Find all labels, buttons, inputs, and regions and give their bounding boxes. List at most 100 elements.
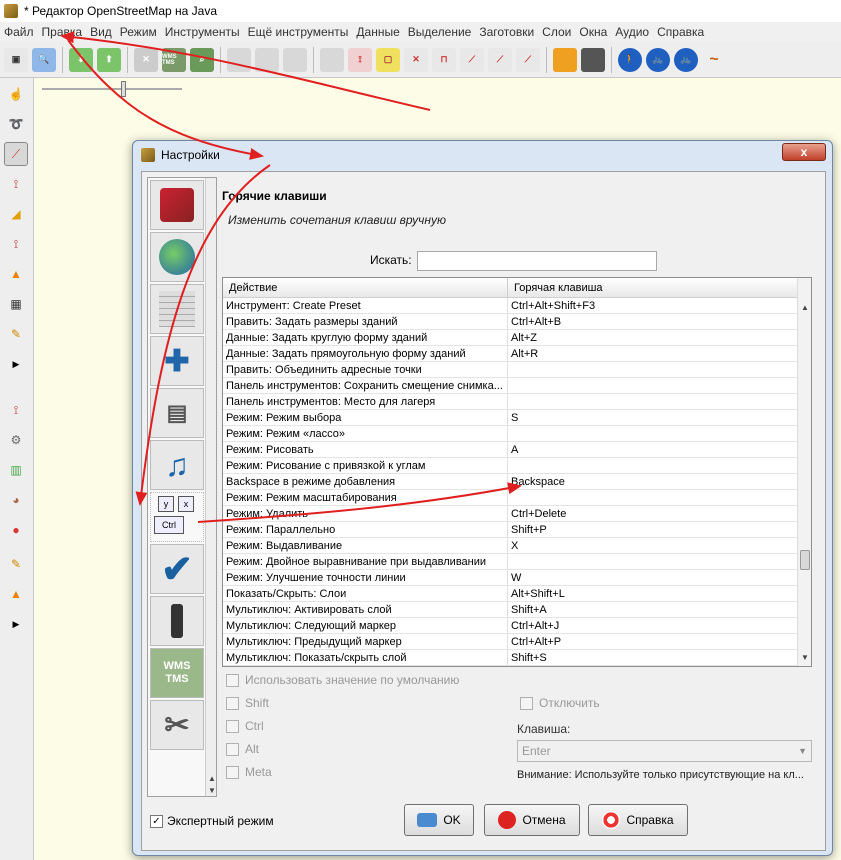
scroll-down-icon[interactable]: ▼ xyxy=(206,784,216,796)
shortcuts-tab-icon[interactable]: y x Ctrl xyxy=(150,492,204,542)
menu-presets[interactable]: Заготовки xyxy=(475,25,538,39)
zoom-icon[interactable]: 🔍 xyxy=(32,47,56,72)
table-row[interactable]: Режим: Удалить Ctrl+Delete xyxy=(223,506,799,522)
ctrl-checkbox[interactable] xyxy=(226,719,239,733)
disable-checkbox[interactable] xyxy=(520,696,533,710)
search-icon[interactable]: ⌕ xyxy=(190,47,214,72)
path-icon[interactable]: ~ xyxy=(702,48,726,72)
layer-icon[interactable] xyxy=(283,47,307,72)
table-row[interactable]: Править: Задать размеры зданий Ctrl+Alt+B xyxy=(223,314,799,330)
meta-option[interactable]: Meta xyxy=(226,765,272,779)
zoom-slider-knob[interactable] xyxy=(121,81,126,97)
table-row[interactable]: Данные: Задать круглую форму зданий Alt+Z xyxy=(223,330,799,346)
column-action[interactable]: Действие xyxy=(223,278,508,298)
table-row[interactable]: Режим: Режим масштабирования xyxy=(223,490,799,506)
help-button[interactable]: Справка xyxy=(588,804,688,836)
rail-icon[interactable] xyxy=(581,47,605,72)
table-row[interactable]: Режим: Улучшение точности линии W xyxy=(223,570,799,586)
use-default-option[interactable]: Использовать значение по умолчанию xyxy=(226,673,459,687)
expand-icon[interactable]: ▶ xyxy=(4,612,28,636)
key-select[interactable]: Enter ▼ xyxy=(517,740,812,762)
search-input[interactable] xyxy=(417,251,657,271)
table-row[interactable]: Показать/Скрыть: Слои Alt+Shift+L xyxy=(223,586,799,602)
settings-icon[interactable]: ⚙ xyxy=(4,428,28,452)
table-row[interactable]: Backspace в режиме добавления Backspace xyxy=(223,474,799,490)
menu-audio[interactable]: Аудио xyxy=(611,25,653,39)
advanced-tab-icon[interactable]: ✂ xyxy=(150,700,204,750)
display-tab-icon[interactable] xyxy=(150,180,204,230)
draw-icon[interactable]: ⟋ xyxy=(4,142,28,166)
menu-layers[interactable]: Слои xyxy=(538,25,575,39)
expert-mode-checkbox[interactable]: ✓ xyxy=(150,814,163,828)
table-row[interactable]: Режим: Рисовать A xyxy=(223,442,799,458)
table-row[interactable]: Режим: Режим выбора S xyxy=(223,410,799,426)
use-default-checkbox[interactable] xyxy=(226,673,239,687)
menu-mode[interactable]: Режим xyxy=(116,25,161,39)
remote-control-tab-icon[interactable] xyxy=(150,596,204,646)
table-row[interactable]: Режим: Рисование с привязкой к углам xyxy=(223,458,799,474)
select-icon[interactable]: ✕ xyxy=(134,47,158,72)
menu-tools[interactable]: Инструменты xyxy=(161,25,244,39)
menu-windows[interactable]: Окна xyxy=(575,25,611,39)
layer-icon[interactable] xyxy=(255,47,279,72)
table-row[interactable]: Панель инструментов: Место для лагеря xyxy=(223,394,799,410)
open-file-icon[interactable]: ▣ xyxy=(4,47,28,72)
scroll-thumb[interactable] xyxy=(800,550,810,570)
reverse-icon[interactable]: ⟋ xyxy=(460,47,484,72)
footpath-icon[interactable]: 🚶 xyxy=(618,47,642,72)
building-icon[interactable]: ▦ xyxy=(4,292,28,316)
pencil-icon[interactable]: ✎ xyxy=(4,322,28,346)
table-row[interactable]: Панель инструментов: Сохранить смещение … xyxy=(223,378,799,394)
palette-icon[interactable]: ◕ xyxy=(4,488,28,512)
extrude-icon[interactable]: ⟟ xyxy=(4,232,28,256)
layer-icon[interactable] xyxy=(227,47,251,72)
wms-icon[interactable]: WMS TMS xyxy=(162,47,186,72)
scroll-up-icon[interactable]: ▲ xyxy=(798,300,811,314)
split-icon[interactable]: ⟟ xyxy=(348,47,372,72)
square-icon[interactable]: ▢ xyxy=(376,47,400,72)
cycleway-icon[interactable]: 🚲 xyxy=(646,47,670,72)
table-row[interactable]: Инструмент: Create Preset Ctrl+Alt+Shift+… xyxy=(223,298,799,314)
remote-tab-icon[interactable]: ▤ xyxy=(150,388,204,438)
menu-edit[interactable]: Правка xyxy=(38,25,87,39)
improve-way-icon[interactable]: ⟟ xyxy=(4,172,28,196)
validator-tab-icon[interactable]: ✔ xyxy=(150,544,204,594)
close-button[interactable]: x xyxy=(782,143,826,161)
combine-icon[interactable]: ✕ xyxy=(404,47,428,72)
plugins-tab-icon[interactable]: ✚ xyxy=(150,336,204,386)
notes-icon[interactable]: ✎ xyxy=(4,552,28,576)
ctrl-option[interactable]: Ctrl xyxy=(226,719,264,733)
shift-checkbox[interactable] xyxy=(226,696,239,710)
table-row[interactable]: Править: Объединить адресные точки xyxy=(223,362,799,378)
alt-option[interactable]: Alt xyxy=(226,742,259,756)
lasso-icon[interactable]: ➰ xyxy=(4,112,28,136)
table-row[interactable]: Режим: Двойное выравнивание при выдавлив… xyxy=(223,554,799,570)
menu-selection[interactable]: Выделение xyxy=(404,25,476,39)
parallel-icon[interactable]: ▲ xyxy=(4,262,28,286)
menu-file[interactable]: Файл xyxy=(0,25,38,39)
download-icon[interactable]: ⬇ xyxy=(69,47,93,72)
marker-icon[interactable]: ● xyxy=(4,518,28,542)
select-icon[interactable]: ☝ xyxy=(4,82,28,106)
alt-checkbox[interactable] xyxy=(226,742,239,756)
distribute-icon[interactable]: ⊓ xyxy=(432,47,456,72)
align-icon[interactable]: ⟋ xyxy=(488,47,512,72)
upload-icon[interactable]: ⬆ xyxy=(97,47,121,72)
table-row[interactable]: Режим: Режим «лассо» xyxy=(223,426,799,442)
shift-option[interactable]: Shift xyxy=(226,696,269,710)
expand-icon[interactable]: ▶ xyxy=(4,352,28,376)
table-row[interactable]: Данные: Задать прямоугольную форму здани… xyxy=(223,346,799,362)
tabs-scrollbar[interactable]: ▲ ▼ xyxy=(205,178,216,796)
ok-button[interactable]: OK xyxy=(404,804,474,836)
table-row[interactable]: Мультиключ: Предыдущий маркер Ctrl+Alt+P xyxy=(223,634,799,650)
disable-option[interactable]: Отключить xyxy=(520,696,600,710)
chart-icon[interactable]: ▲ xyxy=(4,582,28,606)
menu-help[interactable]: Справка xyxy=(653,25,708,39)
cancel-button[interactable]: Отмена xyxy=(484,804,580,836)
projection-tab-icon[interactable] xyxy=(150,284,204,334)
table-row[interactable]: Мультиключ: Активировать слой Shift+A xyxy=(223,602,799,618)
angle-icon[interactable]: ◢ xyxy=(4,202,28,226)
audio-tab-icon[interactable]: ♫ xyxy=(150,440,204,490)
scroll-down-icon[interactable]: ▼ xyxy=(798,650,811,664)
simplify-icon[interactable]: ⟋ xyxy=(516,47,540,72)
